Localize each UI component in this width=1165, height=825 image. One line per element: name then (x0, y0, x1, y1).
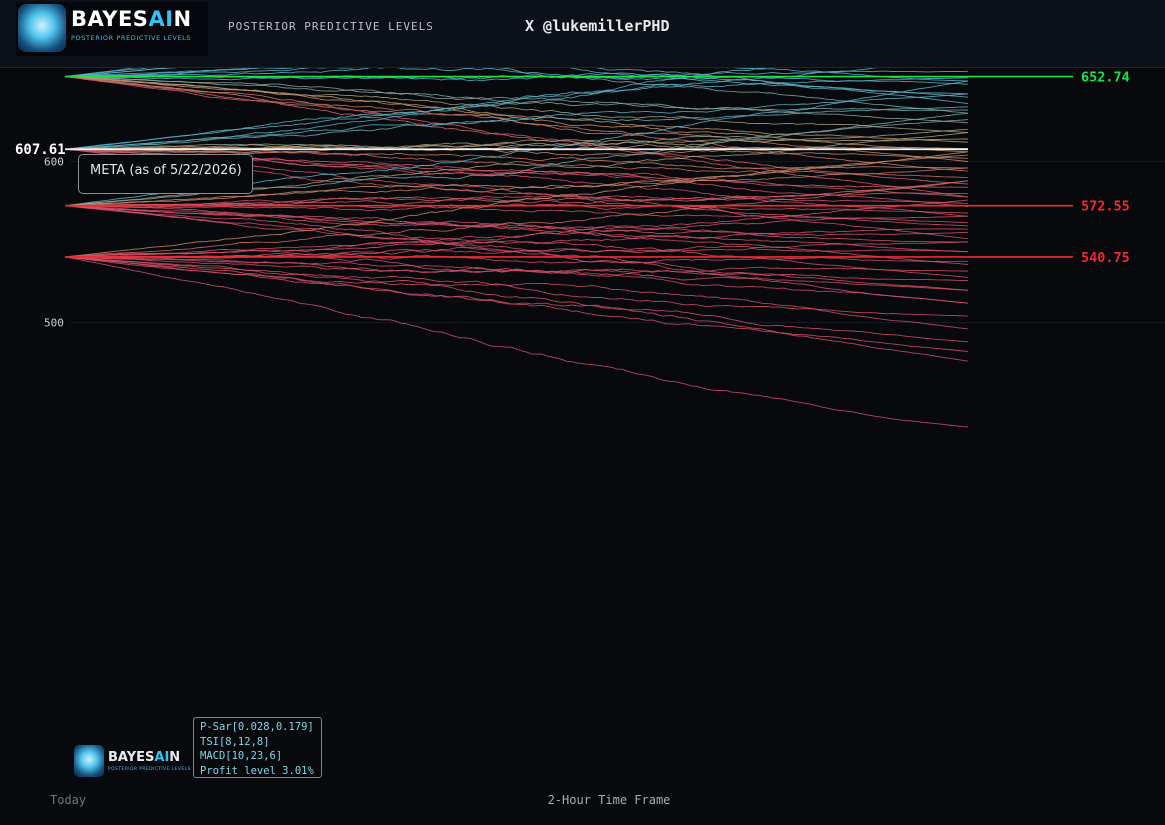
author-handle: X @lukemillerPHD (525, 17, 670, 35)
indicator-settings-box: P-Sar[0.028,0.179] TSI[8,12,8] MACD[10,2… (193, 717, 322, 778)
footer-wordmark: BAYESAIN (108, 750, 181, 765)
footer-emblem-icon (74, 745, 104, 777)
chart-grid (70, 161, 1165, 323)
price-path (64, 256, 969, 362)
logo-wordmark: BAYESAIN (71, 7, 192, 31)
x-axis-label: 2-Hour Time Frame (548, 793, 671, 807)
footer-logo: BAYESAIN POSTERIOR PREDICTIVE LEVELS (74, 745, 190, 779)
y-tick-label-500: 500 (44, 317, 64, 330)
footer-tagline: POSTERIOR PREDICTIVE LEVELS (108, 767, 191, 772)
logo-emblem-icon (18, 4, 66, 52)
indicator-macd: MACD[10,23,6] (200, 750, 283, 762)
ticker-legend: META (as of 5/22/2026) (78, 154, 253, 194)
level-label-572.55: 572.55 (1081, 199, 1130, 215)
x-axis-start-label: Today (50, 793, 86, 807)
header-bar: BAYESAIN POSTERIOR PREDICTIVE LEVELS POS… (0, 0, 1165, 68)
current-price-label: 607.61 (15, 142, 66, 158)
price-path (64, 228, 968, 258)
price-path (64, 205, 969, 265)
y-axis: 500600700800 (44, 156, 64, 330)
indicator-tsi: TSI[8,12,8] (200, 735, 270, 748)
price-path (64, 256, 969, 291)
logo-tagline: POSTERIOR PREDICTIVE LEVELS (71, 34, 192, 42)
indicator-psar: P-Sar[0.028,0.179] (200, 721, 314, 733)
simulated-price-paths (64, 68, 969, 428)
level-label-652.74: 652.74 (1081, 70, 1130, 86)
price-path (64, 205, 969, 253)
level-label-540.75: 540.75 (1081, 250, 1130, 266)
page-title: POSTERIOR PREDICTIVE LEVELS (228, 20, 434, 33)
ticker-legend-label: META (as of 5/22/2026) (90, 163, 242, 178)
indicator-profit-level: Profit level 3.01% (200, 764, 314, 777)
brand-logo: BAYESAIN POSTERIOR PREDICTIVE LEVELS (16, 2, 208, 56)
price-path (64, 241, 969, 259)
